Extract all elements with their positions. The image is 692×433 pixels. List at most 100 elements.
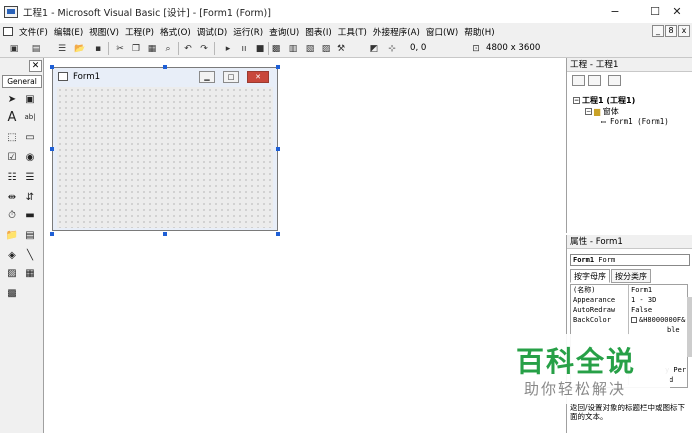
tab-alphabetic[interactable]: 按字母序 (570, 269, 610, 283)
resize-handle[interactable] (276, 232, 280, 236)
open-project-icon[interactable]: 📂 (74, 43, 86, 55)
view-code-icon[interactable] (572, 75, 585, 86)
resize-handle[interactable] (50, 65, 54, 69)
toggle-folders-icon[interactable] (608, 75, 621, 86)
vscrollbar-tool-icon[interactable]: ⇵ (22, 190, 38, 205)
property-value: False (631, 306, 653, 314)
label-tool-icon[interactable]: A (4, 110, 20, 125)
object-selector[interactable]: Form1 Form (570, 254, 690, 266)
tree-folder-label: 窗体 (602, 107, 619, 116)
tree-node-forms-folder[interactable]: − ▆ 窗体 (585, 106, 619, 117)
pointer-tool-icon[interactable]: ➤ (4, 92, 20, 107)
image-tool-icon[interactable]: ▨ (4, 266, 20, 281)
menu-run[interactable]: 运行(R) (230, 26, 266, 38)
menu-help[interactable]: 帮助(H) (461, 26, 497, 38)
property-row[interactable]: AutoRedraw False (571, 305, 689, 315)
shape-tool-icon[interactable]: ◈ (4, 248, 20, 263)
resize-handle[interactable] (276, 65, 280, 69)
end-icon[interactable]: ■ (254, 43, 266, 55)
redo-icon[interactable]: ↷ (198, 43, 210, 55)
toolbox-close-button[interactable]: ✕ (29, 60, 42, 72)
save-project-icon[interactable]: ▪ (92, 43, 104, 55)
form-minimize-icon: ▁ (199, 71, 215, 83)
optionbutton-tool-icon[interactable]: ◉ (22, 150, 38, 165)
toolbar-separator (108, 42, 109, 55)
menu-tools[interactable]: 工具(T) (335, 26, 370, 38)
mdi-child-icon[interactable] (3, 27, 13, 36)
dirlistbox-tool-icon[interactable]: 📁 (4, 228, 20, 243)
toolbox-icon[interactable]: ⚒ (335, 43, 347, 55)
filelistbox-tool-icon[interactable]: ▤ (22, 228, 38, 243)
resize-handle[interactable] (163, 65, 167, 69)
resize-handle[interactable] (50, 147, 54, 151)
object-name: Form1 (573, 256, 595, 264)
mdi-close-button[interactable]: x (678, 25, 690, 37)
mdi-restore-button[interactable]: 8 (665, 25, 677, 37)
commandbutton-tool-icon[interactable]: ▭ (22, 130, 38, 145)
add-form-icon[interactable]: ▤ (30, 43, 42, 55)
menu-editor-icon[interactable]: ☰ (56, 43, 68, 55)
menu-debug[interactable]: 调试(D) (194, 26, 231, 38)
form-designer-window[interactable]: Form1 ▁ □ ✕ (52, 67, 278, 231)
frame-tool-icon[interactable]: ⬚ (4, 130, 20, 145)
start-icon[interactable]: ▸ (222, 43, 234, 55)
property-row[interactable]: BackColor &H8000000F& (571, 315, 689, 325)
cut-icon[interactable]: ✂ (114, 43, 126, 55)
resize-handle[interactable] (50, 232, 54, 236)
property-row[interactable]: (名称) Form1 (571, 285, 689, 295)
collapse-icon[interactable]: − (573, 97, 580, 104)
properties-tabs: 按字母序 按分类序 (570, 269, 652, 283)
menu-project[interactable]: 工程(P) (122, 26, 157, 38)
hscrollbar-tool-icon[interactable]: ⇹ (4, 190, 20, 205)
toolbox-panel: ✕ General ➤ ▣ A ab| ⬚ ▭ ☑ ◉ ☷ ☰ ⇹ ⇵ ⏱ ▬ … (0, 58, 44, 433)
paste-icon[interactable]: ▦ (146, 43, 158, 55)
ole-tool-icon[interactable]: ▩ (4, 286, 20, 301)
data-tool-icon[interactable]: ▦ (22, 266, 38, 281)
checkbox-tool-icon[interactable]: ☑ (4, 150, 20, 165)
copy-icon[interactable]: ❐ (130, 43, 142, 55)
property-row[interactable]: Appearance 1 - 3D (571, 295, 689, 305)
tab-categorized[interactable]: 按分类序 (611, 269, 651, 283)
combobox-tool-icon[interactable]: ☷ (4, 170, 20, 185)
timer-tool-icon[interactable]: ⏱ (4, 208, 20, 223)
toolbox-general-tab[interactable]: General (2, 75, 42, 88)
resize-handle[interactable] (163, 232, 167, 236)
textbox-tool-icon[interactable]: ab| (22, 110, 38, 125)
menu-query[interactable]: 查询(U) (266, 26, 302, 38)
menu-addins[interactable]: 外接程序(A) (370, 26, 423, 38)
properties-scrollbar[interactable] (687, 297, 692, 357)
object-type: Form (598, 256, 616, 264)
form-client-area[interactable] (57, 87, 273, 228)
close-button[interactable]: ✕ (660, 0, 692, 23)
picturebox-tool-icon[interactable]: ▣ (22, 92, 38, 107)
break-icon[interactable]: ıı (238, 43, 250, 55)
add-project-icon[interactable]: ▣ (8, 43, 20, 55)
collapse-icon[interactable]: − (585, 108, 592, 115)
data-view-icon[interactable]: ◩ (368, 43, 380, 55)
undo-icon[interactable]: ↶ (182, 43, 194, 55)
watermark-sub-text: 助你轻松解决 (524, 380, 627, 398)
minimize-button[interactable]: − (598, 0, 632, 23)
menu-edit[interactable]: 编辑(E) (51, 26, 86, 38)
mdi-controls: _ 8 x (652, 25, 690, 37)
menu-file[interactable]: 文件(F) (16, 26, 51, 38)
menu-diagram[interactable]: 图表(I) (302, 26, 334, 38)
menu-view[interactable]: 视图(V) (86, 26, 122, 38)
resize-handle[interactable] (276, 147, 280, 151)
properties-window-icon[interactable]: ▥ (287, 43, 299, 55)
tree-node-project[interactable]: − 工程1 (工程1) (573, 95, 635, 106)
object-browser-icon[interactable]: ▨ (320, 43, 332, 55)
folder-icon: ▆ (594, 107, 601, 116)
project-explorer-icon[interactable]: ▩ (270, 43, 282, 55)
mdi-minimize-button[interactable]: _ (652, 25, 664, 37)
menu-window[interactable]: 窗口(W) (423, 26, 461, 38)
line-tool-icon[interactable]: ╲ (22, 248, 38, 263)
menu-format[interactable]: 格式(O) (157, 26, 194, 38)
view-object-icon[interactable] (588, 75, 601, 86)
tree-node-form1[interactable]: ▭ Form1 (Form1) (601, 117, 669, 126)
find-icon[interactable]: ⌕ (162, 43, 174, 55)
listbox-tool-icon[interactable]: ☰ (22, 170, 38, 185)
form-layout-icon[interactable]: ▧ (304, 43, 316, 55)
menu-bar: 文件(F) 编辑(E) 视图(V) 工程(P) 格式(O) 调试(D) 运行(R… (0, 23, 692, 40)
drivelistbox-tool-icon[interactable]: ▬ (22, 208, 38, 223)
